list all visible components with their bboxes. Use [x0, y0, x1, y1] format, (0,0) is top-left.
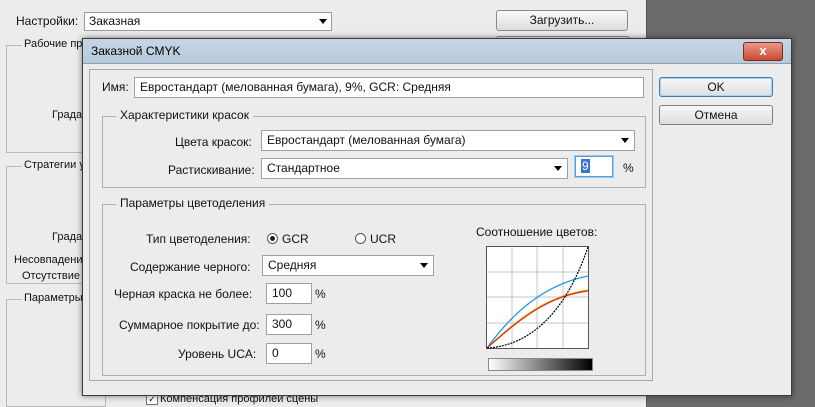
ink-colors-label: Цвета красок: [175, 135, 252, 149]
uca-amount-input[interactable]: 0 [266, 343, 312, 364]
black-ink-limit-label: Черная краска не более: [114, 287, 253, 301]
dialog-title: Заказной CMYK [91, 44, 181, 58]
dot-gain-percent-sign: % [623, 161, 634, 175]
ucr-label: UCR [370, 232, 396, 246]
black-ink-limit-percent: % [315, 287, 326, 301]
load-button[interactable]: Загрузить... [496, 10, 628, 31]
gray-ramp-bar [488, 358, 593, 371]
uca-amount-percent: % [315, 347, 326, 361]
missing-profiles-label: Отсутствие [22, 270, 81, 282]
chevron-down-icon [319, 19, 327, 24]
cancel-button[interactable]: Отмена [659, 105, 773, 125]
dialog-titlebar[interactable]: Заказной CMYK x [83, 39, 791, 64]
dialog-content-frame: Имя: Евростандарт (мелованная бумага), 9… [89, 69, 653, 381]
dot-gain-percent-input[interactable]: 9 [575, 156, 613, 177]
chevron-down-icon [420, 263, 428, 268]
settings-label: Настройки: [16, 14, 79, 28]
close-icon: x [759, 43, 767, 58]
black-ink-limit-input[interactable]: 100 [266, 283, 312, 304]
separation-options-title: Параметры цветоделения [116, 196, 270, 210]
gcr-label: GCR [282, 232, 309, 246]
black-generation-dropdown[interactable]: Средняя [262, 255, 434, 276]
gray-ramp-title: Соотношение цветов: [476, 225, 598, 239]
total-ink-limit-input[interactable]: 300 [266, 314, 312, 335]
ok-button[interactable]: OK [659, 77, 773, 97]
black-generation-value: Средняя [268, 258, 317, 272]
settings-dropdown-value: Заказная [89, 14, 141, 28]
ink-colors-value: Евростандарт (мелованная бумага) [267, 133, 466, 147]
gcr-radio[interactable] [267, 233, 278, 244]
chevron-down-icon [554, 166, 562, 171]
working-spaces-title: Рабочие про [22, 38, 91, 50]
profile-mismatch-label: Несовпадение [14, 254, 89, 266]
total-ink-limit-percent: % [315, 318, 326, 332]
close-button[interactable]: x [743, 42, 783, 61]
name-input[interactable]: Евростандарт (мелованная бумага), 9%, GC… [134, 77, 644, 98]
ink-colors-dropdown[interactable]: Евростандарт (мелованная бумага) [261, 130, 635, 151]
separation-type-label: Тип цветоделения: [146, 232, 251, 246]
ucr-radio[interactable] [355, 233, 366, 244]
uca-amount-label: Уровень UCA: [178, 347, 257, 361]
chevron-down-icon [621, 138, 629, 143]
dot-gain-label: Растискивание: [168, 163, 255, 177]
ink-options-title: Характеристики красок [116, 108, 253, 122]
gray-ramp-graph [486, 246, 589, 349]
color-policies-title: Стратегии у [22, 159, 87, 171]
dot-gain-value: Стандартное [267, 161, 340, 175]
custom-cmyk-dialog: Заказной CMYK x Имя: Евростандарт (мелов… [82, 38, 792, 396]
dot-gain-dropdown[interactable]: Стандартное [261, 158, 568, 179]
name-label: Имя: [102, 80, 129, 94]
settings-dropdown[interactable]: Заказная [84, 12, 332, 31]
black-generation-label: Содержание черного: [130, 260, 251, 274]
total-ink-limit-label: Суммарное покрытие до: [119, 318, 260, 332]
dot-gain-percent-value: 9 [581, 159, 590, 173]
